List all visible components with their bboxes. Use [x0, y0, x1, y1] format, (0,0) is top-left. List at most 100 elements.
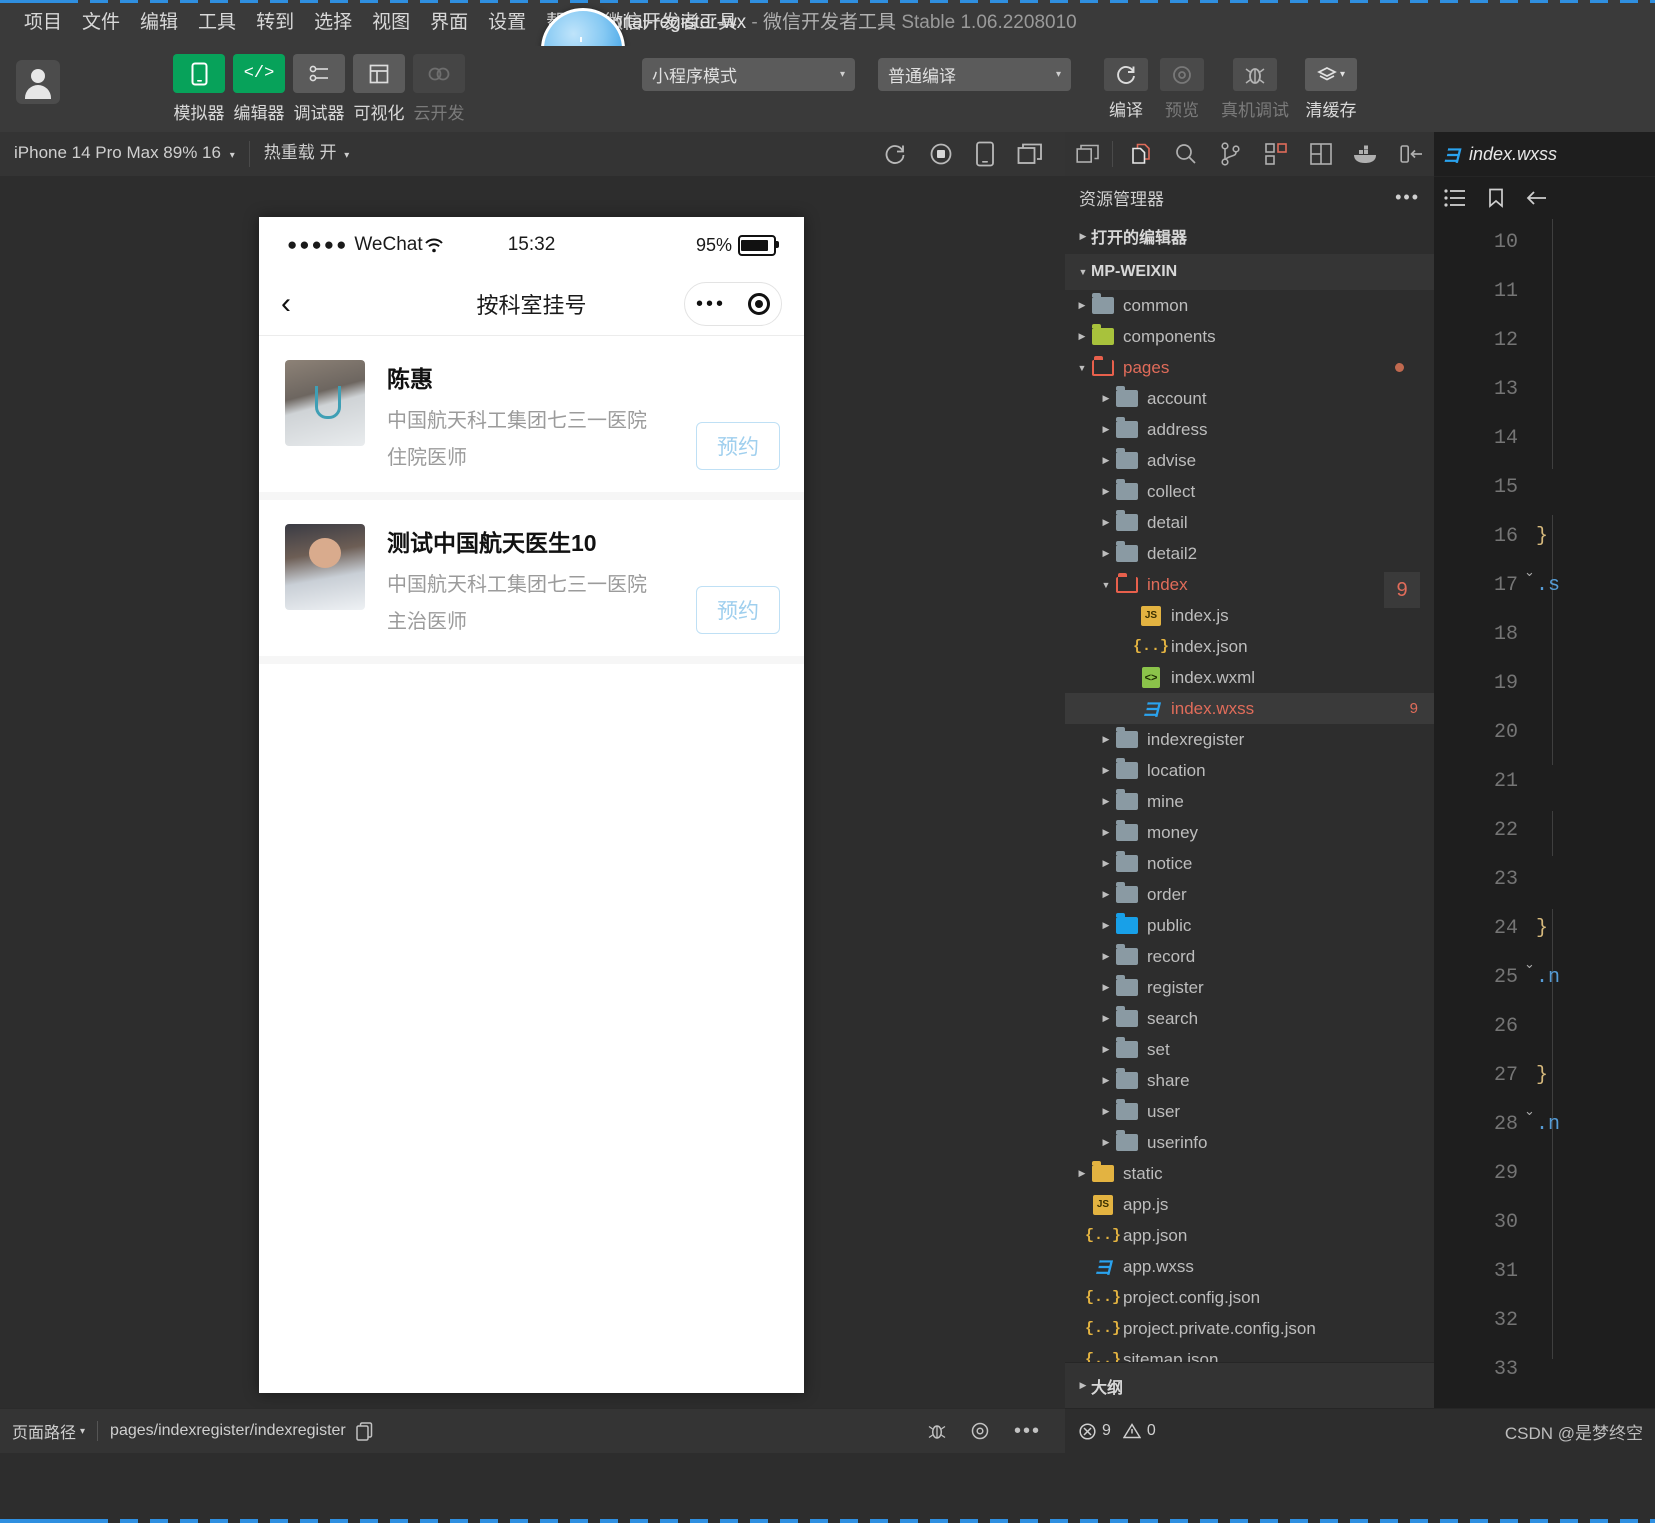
tree-folder-share[interactable]: ▶ share	[1065, 1065, 1434, 1096]
tree-folder-address[interactable]: ▶ address	[1065, 414, 1434, 445]
tree-folder-mine[interactable]: ▶ mine	[1065, 786, 1434, 817]
editor-tab[interactable]: ヨ index.wxss	[1434, 132, 1655, 177]
outline-list-icon[interactable]	[1444, 189, 1466, 207]
tree-file-project-config-json[interactable]: {..} project.config.json	[1065, 1282, 1434, 1313]
tree-file-index-json[interactable]: {..} index.json	[1065, 631, 1434, 662]
simulator-refresh-icon[interactable]	[883, 142, 907, 166]
tree-folder-money[interactable]: ▶ money	[1065, 817, 1434, 848]
tree-folder-search[interactable]: ▶ search	[1065, 1003, 1434, 1034]
tree-folder-register[interactable]: ▶ register	[1065, 972, 1434, 1003]
folder-icon	[1116, 541, 1138, 562]
tree-file-app-json[interactable]: {..} app.json	[1065, 1220, 1434, 1251]
tree-folder-pages[interactable]: ▼ pages	[1065, 352, 1434, 383]
tree-folder-user[interactable]: ▶ user	[1065, 1096, 1434, 1127]
page-path-label[interactable]: 页面路径	[0, 1419, 76, 1443]
tree-folder-userinfo[interactable]: ▶ userinfo	[1065, 1127, 1434, 1158]
docker-icon[interactable]	[1344, 132, 1389, 176]
tree-file-index-js[interactable]: JS index.js	[1065, 600, 1434, 631]
menu-item-file[interactable]: 文件	[72, 6, 130, 40]
eye-icon[interactable]	[970, 1421, 990, 1441]
toolbar-button-visual[interactable]: 可视化	[353, 54, 405, 124]
tree-folder-account[interactable]: ▶ account	[1065, 383, 1434, 414]
device-select-value: iPhone 14 Pro Max 89% 16	[14, 142, 221, 162]
more-icon[interactable]: •••	[1014, 1421, 1041, 1441]
copy-icon[interactable]	[355, 1421, 373, 1441]
menu-item-goto[interactable]: 转到	[246, 6, 304, 40]
mode-select[interactable]: 小程序模式 ▾	[642, 58, 855, 91]
fold-chevron-icon[interactable]: ⌄	[1524, 1103, 1535, 1119]
problems-indicator[interactable]: 9 0	[1065, 1422, 1156, 1440]
tree-item-label: address	[1147, 419, 1208, 439]
menu-item-settings[interactable]: 设置	[478, 6, 536, 40]
tree-file-index-wxss[interactable]: ヨ index.wxss 9	[1065, 693, 1434, 724]
chevron-left-icon[interactable]: ‹	[281, 289, 291, 319]
extensions-icon[interactable]	[1254, 132, 1299, 176]
explorer-files-icon[interactable]	[1119, 132, 1164, 176]
list-item[interactable]: 陈惠 中国航天科工集团七三一医院 住院医师 预约	[259, 336, 804, 500]
compile-select[interactable]: 普通编译 ▾	[878, 58, 1071, 91]
hot-reload-select[interactable]: 热重载 开 ▾	[250, 131, 364, 178]
more-icon[interactable]: •••	[696, 294, 726, 314]
bookmark-icon[interactable]	[1488, 188, 1504, 208]
tree-file-app-wxss[interactable]: ヨ app.wxss	[1065, 1251, 1434, 1282]
menu-item-view[interactable]: 视图	[362, 6, 420, 40]
book-button[interactable]: 预约	[696, 586, 780, 634]
book-button[interactable]: 预约	[696, 422, 780, 470]
tree-folder-detail2[interactable]: ▶ detail2	[1065, 538, 1434, 569]
indent-guide	[1552, 515, 1553, 765]
eye-icon	[1173, 65, 1191, 84]
explorer-header: 资源管理器 •••	[1065, 176, 1434, 218]
tree-file-project-private-config-json[interactable]: {..} project.private.config.json	[1065, 1313, 1434, 1344]
chevron-right-icon: ▶	[1102, 889, 1110, 899]
tree-folder-indexregister[interactable]: ▶ indexregister	[1065, 724, 1434, 755]
tree-folder-index[interactable]: ▼ index	[1065, 569, 1434, 600]
tree-folder-location[interactable]: ▶ location	[1065, 755, 1434, 786]
fold-chevron-icon[interactable]: ⌄	[1524, 564, 1535, 580]
chevron-down-icon[interactable]: ▾	[80, 1426, 85, 1437]
compile-button[interactable]	[1104, 58, 1148, 91]
fold-chevron-icon[interactable]: ⌄	[1524, 956, 1535, 972]
multi-window-icon[interactable]	[1065, 132, 1110, 176]
tree-folder-common[interactable]: ▶ common	[1065, 290, 1434, 321]
bug-icon[interactable]	[928, 1421, 946, 1441]
collapse-panel-icon[interactable]	[1389, 132, 1434, 176]
menu-item-project[interactable]: 项目	[14, 6, 72, 40]
section-outline[interactable]: ▶ 大纲	[1065, 1362, 1434, 1408]
tree-folder-components[interactable]: ▶ components	[1065, 321, 1434, 352]
tree-file-index-wxml[interactable]: <> index.wxml	[1065, 662, 1434, 693]
chevron-down-icon: ▾	[1055, 69, 1061, 80]
toolbar-button-debugger[interactable]: 调试器	[293, 54, 345, 124]
search-icon[interactable]	[1164, 132, 1209, 176]
section-project-root[interactable]: ▼ MP-WEIXIN	[1065, 254, 1434, 290]
tree-folder-collect[interactable]: ▶ collect	[1065, 476, 1434, 507]
device-select[interactable]: iPhone 14 Pro Max 89% 16 ▾	[0, 131, 249, 178]
target-icon[interactable]	[747, 293, 770, 315]
list-item[interactable]: 测试中国航天医生10 中国航天科工集团七三一医院 主治医师 预约	[259, 500, 804, 664]
rotate-device-icon[interactable]	[975, 141, 995, 167]
source-control-icon[interactable]	[1209, 132, 1254, 176]
simulator-record-icon[interactable]	[929, 142, 953, 166]
menu-item-tools[interactable]: 工具	[188, 6, 246, 40]
tree-folder-set[interactable]: ▶ set	[1065, 1034, 1434, 1065]
tree-folder-detail[interactable]: ▶ detail	[1065, 507, 1434, 538]
tree-file-app-js[interactable]: JS app.js	[1065, 1189, 1434, 1220]
line-number: 27	[1493, 1064, 1518, 1087]
split-layout-icon[interactable]	[1299, 132, 1344, 176]
tree-folder-order[interactable]: ▶ order	[1065, 879, 1434, 910]
section-open-editors[interactable]: ▶ 打开的编辑器	[1065, 218, 1434, 254]
user-avatar-icon[interactable]	[16, 60, 60, 104]
arrow-left-icon[interactable]	[1526, 189, 1548, 207]
toolbar-button-simulator[interactable]: 模拟器	[173, 54, 225, 124]
tree-folder-public[interactable]: ▶ public	[1065, 910, 1434, 941]
tree-folder-record[interactable]: ▶ record	[1065, 941, 1434, 972]
clear-cache-button[interactable]: ▾	[1305, 58, 1357, 91]
tree-folder-notice[interactable]: ▶ notice	[1065, 848, 1434, 879]
menu-item-interface[interactable]: 界面	[420, 6, 478, 40]
tree-folder-static[interactable]: ▶ static	[1065, 1158, 1434, 1189]
tree-folder-advise[interactable]: ▶ advise	[1065, 445, 1434, 476]
toolbar-button-editor[interactable]: </> 编辑器	[233, 54, 285, 124]
menu-item-select[interactable]: 选择	[304, 6, 362, 40]
menu-item-edit[interactable]: 编辑	[130, 6, 188, 40]
more-icon[interactable]: •••	[1395, 187, 1420, 208]
multi-window-icon[interactable]	[1017, 143, 1043, 165]
